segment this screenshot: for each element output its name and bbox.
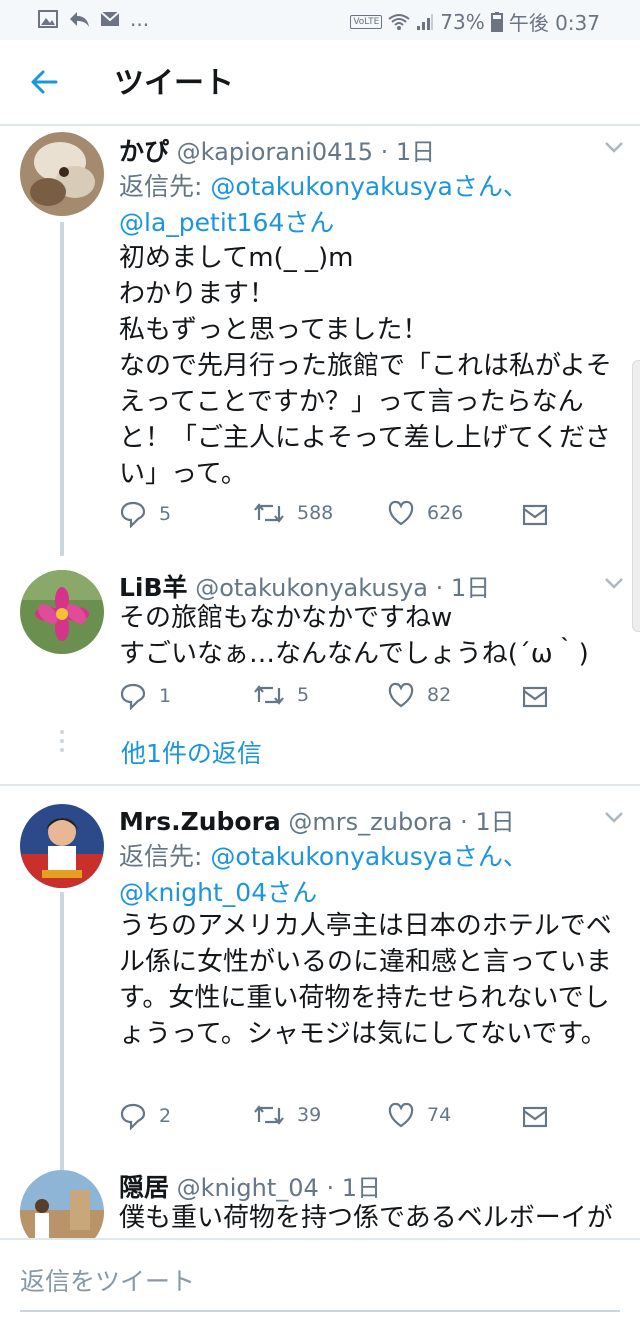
author-handle[interactable]: @otakukonyakusya	[195, 574, 428, 602]
author-name[interactable]: 隠居	[119, 1173, 169, 1202]
like-count: 626	[427, 502, 464, 524]
reply-to: 返信先: @otakukonyakusyaさん、 @la_petit164さん	[119, 169, 528, 241]
like-button[interactable]: 626	[387, 500, 463, 526]
volte-badge: VoLTE	[350, 14, 383, 29]
page-title: ツイート	[114, 66, 234, 101]
chevron-down-icon[interactable]	[604, 576, 624, 590]
tweet-actions: 5 588 626	[119, 500, 559, 534]
tweet-knight[interactable]: 隠居 @knight_04 · 1日 僕も重い荷物を持つ係であるベルボーイが	[0, 1166, 640, 1238]
heart-icon	[388, 682, 414, 708]
retweet-button[interactable]: 39	[253, 1102, 321, 1128]
retweet-icon	[254, 503, 284, 523]
author-handle[interactable]: @mrs_zubora	[288, 808, 452, 836]
tweet-time: · 1日	[460, 808, 515, 836]
mail-icon	[100, 11, 120, 26]
reply-bubble-icon	[120, 683, 146, 710]
reply-bubble-icon	[120, 1103, 146, 1130]
clock: 午後 0:37	[508, 11, 600, 35]
heart-icon	[388, 500, 414, 526]
scrollbar[interactable]	[632, 360, 640, 632]
tweet-text: その旅館もなかなかですねw すごいなぁ…なんなんでしょうね(´ω｀)	[119, 603, 589, 669]
reply-button[interactable]: 1	[119, 682, 171, 710]
like-count: 74	[427, 1104, 452, 1126]
tweet-header: かぴ @kapiorani0415 · 1日	[119, 132, 435, 168]
tweet-header: LiB羊 @otakukonyakusya · 1日	[119, 568, 490, 604]
thread-continuation-dots	[59, 730, 65, 757]
tweet-header: 隠居 @knight_04 · 1日	[119, 1168, 381, 1204]
wifi-icon	[388, 13, 410, 30]
reply-input[interactable]: 返信をツイート	[20, 1262, 195, 1298]
tweet-text: 初めましてm(_ _)m わかります！ 私もずっと思ってました！ なので先月行っ…	[119, 243, 612, 489]
avatar[interactable]	[20, 570, 104, 654]
more-replies-link[interactable]: 他1件の返信	[121, 734, 262, 770]
notification-ellipsis: ...	[130, 7, 150, 31]
message-icon[interactable]	[523, 1106, 547, 1128]
reply-composer[interactable]: 返信をツイート	[0, 1238, 640, 1317]
tweet-actions: 2 39 74	[119, 1102, 559, 1136]
mention-link[interactable]: @knight_04さん	[119, 878, 317, 907]
signal-icon	[417, 13, 434, 30]
tweet-text: 僕も重い荷物を持つ係であるベルボーイが	[119, 1203, 613, 1233]
mention-link[interactable]: @otakukonyakusyaさん、	[210, 172, 528, 201]
retweet-count: 588	[297, 502, 334, 524]
retweet-icon	[254, 1105, 284, 1125]
tweet-header: Mrs.Zubora @mrs_zubora · 1日	[119, 802, 515, 837]
tweet-text: うちのアメリカ人亭主は日本のホテルでベル係に女性がいるのに違和感と言っています。…	[119, 911, 612, 1049]
retweet-icon	[254, 685, 284, 705]
author-name[interactable]: かぴ	[119, 137, 169, 166]
battery-percent: 73%	[440, 9, 485, 34]
app-header: ツイート	[0, 40, 640, 126]
mention-link[interactable]: @otakukonyakusyaさん、	[210, 842, 528, 871]
tweet-time: · 1日	[380, 138, 436, 166]
author-handle[interactable]: @knight_04	[177, 1174, 319, 1202]
status-left: ...	[38, 7, 149, 31]
reply-count: 5	[159, 503, 172, 525]
reply-button[interactable]: 2	[119, 1102, 171, 1130]
avatar[interactable]	[20, 1170, 104, 1238]
reply-bubble-icon	[120, 501, 146, 528]
back-arrow-icon[interactable]	[26, 62, 66, 102]
reply-count: 2	[159, 1105, 172, 1127]
reply-icon	[70, 12, 89, 27]
tweet-time: · 1日	[435, 574, 491, 602]
divider	[0, 784, 640, 786]
chevron-down-icon[interactable]	[604, 810, 624, 824]
like-button[interactable]: 74	[387, 1102, 451, 1128]
status-right: VoLTE 73% 午後 0:37	[350, 7, 600, 36]
thread-line	[60, 222, 64, 556]
retweet-count: 5	[297, 684, 310, 706]
battery-icon	[490, 11, 503, 32]
image-icon	[38, 10, 58, 28]
retweet-button[interactable]: 5	[253, 682, 309, 708]
reply-to: 返信先: @otakukonyakusyaさん、 @knight_04さん	[119, 839, 528, 911]
heart-icon	[388, 1102, 414, 1128]
like-count: 82	[427, 684, 452, 706]
author-name[interactable]: Mrs.Zubora	[119, 807, 281, 836]
reply-to-label: 返信先:	[119, 842, 211, 871]
chevron-down-icon[interactable]	[604, 140, 624, 154]
reply-button[interactable]: 5	[119, 500, 171, 528]
mention-link[interactable]: @la_petit164さん	[119, 208, 334, 237]
message-icon[interactable]	[523, 686, 547, 708]
author-handle[interactable]: @kapiorani0415	[177, 138, 373, 166]
avatar[interactable]	[20, 132, 104, 216]
status-bar: ... VoLTE 73% 午後 0:37	[0, 0, 640, 40]
tweet-time: · 1日	[326, 1174, 381, 1202]
tweet-actions: 1 5 82	[119, 682, 559, 716]
reply-count: 1	[159, 685, 172, 707]
reply-to-label: 返信先:	[119, 172, 211, 201]
message-icon[interactable]	[523, 504, 547, 526]
author-name[interactable]: LiB羊	[119, 573, 188, 602]
avatar[interactable]	[20, 804, 104, 888]
input-underline	[20, 1310, 620, 1312]
retweet-count: 39	[297, 1104, 322, 1126]
like-button[interactable]: 82	[387, 682, 451, 708]
retweet-button[interactable]: 588	[253, 500, 333, 526]
